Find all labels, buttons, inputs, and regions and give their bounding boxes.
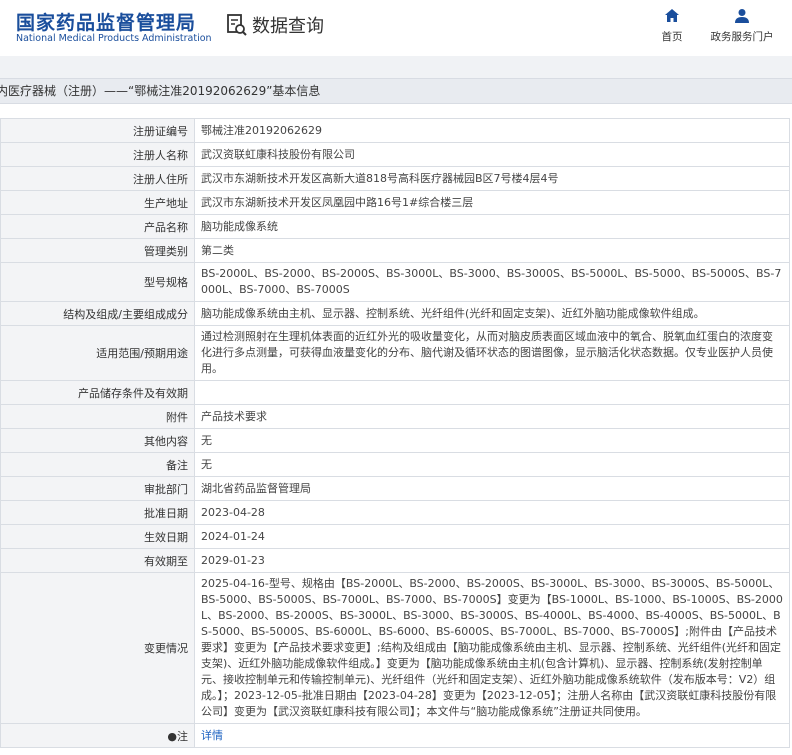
nav-gov-label: 政务服务门户 — [710, 31, 774, 43]
table-row: 备注无 — [0, 452, 790, 477]
field-label: 附件 — [0, 404, 195, 429]
field-label: 型号规格 — [0, 262, 195, 302]
table-row: 管理类别 第二类 — [0, 238, 790, 263]
field-label: 审批部门 — [0, 476, 195, 501]
field-value: 无 — [194, 452, 790, 477]
table-row: 审批部门 湖北省药品监督管理局 — [0, 476, 790, 501]
user-icon — [735, 9, 749, 23]
field-label: 适用范围/预期用途 — [0, 325, 195, 381]
field-value: 脑功能成像系统 — [194, 214, 790, 239]
field-label: 备注 — [0, 452, 195, 477]
home-icon — [665, 9, 679, 22]
nav-gov-service[interactable]: 政务服务门户 — [707, 8, 777, 44]
field-label: 注册人名称 — [0, 142, 195, 167]
field-value: 武汉资联虹康科技股份有限公司 — [194, 142, 790, 167]
spacer — [0, 104, 792, 118]
field-label: 产品名称 — [0, 214, 195, 239]
logo-title-en: National Medical Products Administration — [16, 33, 212, 44]
header-divider — [0, 56, 792, 78]
note-value: 详情 — [194, 723, 790, 748]
field-value: 2023-04-28 — [194, 500, 790, 525]
field-value: 通过检测照射在生理机体表面的近红外光的吸收量变化，从而对脑皮质表面区域血液中的氧… — [194, 325, 790, 381]
field-value: 2029-01-23 — [194, 548, 790, 573]
field-label: 生效日期 — [0, 524, 195, 549]
field-value: 2024-01-24 — [194, 524, 790, 549]
field-label: 结构及组成/主要组成成分 — [0, 301, 195, 326]
table-row: 批准日期 2023-04-28 — [0, 500, 790, 525]
table-row-note: ●注 详情 — [0, 723, 790, 748]
field-label: 变更情况 — [0, 572, 195, 724]
table-row: 附件 产品技术要求 — [0, 404, 790, 429]
table-row: 产品名称 脑功能成像系统 — [0, 214, 790, 239]
data-query-link[interactable]: 数据查询 — [226, 12, 324, 38]
document-search-icon — [227, 14, 247, 36]
field-label: 产品储存条件及有效期 — [0, 380, 195, 405]
table-row: 型号规格 BS-2000L、BS-2000、BS-2000S、BS-3000L、B… — [0, 262, 790, 302]
table-row: 生效日期 2024-01-24 — [0, 524, 790, 549]
data-query-label: 数据查询 — [252, 16, 324, 37]
field-label: 有效期至 — [0, 548, 195, 573]
field-value: 湖北省药品监督管理局 — [194, 476, 790, 501]
table-row: 其他内容无 — [0, 428, 790, 453]
table-row: 适用范围/预期用途 通过检测照射在生理机体表面的近红外光的吸收量变化，从而对脑皮质… — [0, 325, 790, 381]
field-value: 第二类 — [194, 238, 790, 263]
nav-home[interactable]: 首页 — [637, 8, 707, 44]
table-row: 生产地址 武汉市东湖新技术开发区凤凰园中路16号1#综合楼三层 — [0, 190, 790, 215]
note-label: ●注 — [0, 723, 195, 748]
nav-home-label: 首页 — [661, 31, 683, 43]
field-label: 生产地址 — [0, 190, 195, 215]
table-row: 结构及组成/主要组成成分 脑功能成像系统由主机、显示器、控制系统、光纤组件(光纤和… — [0, 301, 790, 326]
table-row: 变更情况 2025-04-16-型号、规格由【BS-2000L、BS-2000、B… — [0, 572, 790, 724]
field-value: 2025-04-16-型号、规格由【BS-2000L、BS-2000、BS-20… — [194, 572, 790, 724]
details-link[interactable]: 详情 — [201, 729, 223, 742]
field-value: 鄂械注准20192062629 — [194, 118, 790, 143]
table-row: 有效期至 2029-01-23 — [0, 548, 790, 573]
info-table: 注册证编号 鄂械注准20192062629 注册人名称 武汉资联虹康科技股份有限公司注… — [0, 118, 790, 748]
table-row: 注册人住所 武汉市东湖新技术开发区高新大道818号高科医疗器械园B区7号楼4层4号 — [0, 166, 790, 191]
field-value: 无 — [194, 428, 790, 453]
table-row: 注册证编号 鄂械注准20192062629 — [0, 118, 790, 143]
page-title: 内医疗器械（注册）——“鄂械注准20192062629”基本信息 — [0, 78, 792, 104]
field-value: BS-2000L、BS-2000、BS-2000S、BS-3000L、BS-30… — [194, 262, 790, 302]
bullet-icon: ● — [167, 729, 177, 743]
field-value: 武汉市东湖新技术开发区凤凰园中路16号1#综合楼三层 — [194, 190, 790, 215]
field-value: 脑功能成像系统由主机、显示器、控制系统、光纤组件(光纤和固定支架)、近红外脑功能… — [194, 301, 790, 326]
site-header: 国家药品监督管理局 National Medical Products Admi… — [0, 0, 792, 56]
table-row: 产品储存条件及有效期 — [0, 380, 790, 405]
field-label: 批准日期 — [0, 500, 195, 525]
field-value: 武汉市东湖新技术开发区高新大道818号高科医疗器械园B区7号楼4层4号 — [194, 166, 790, 191]
field-value: 产品技术要求 — [194, 404, 790, 429]
field-label: 注册证编号 — [0, 118, 195, 143]
field-label: 其他内容 — [0, 428, 195, 453]
field-label: 注册人住所 — [0, 166, 195, 191]
field-label: 管理类别 — [0, 238, 195, 263]
logo-title-cn[interactable]: 国家药品监督管理局 — [16, 8, 196, 35]
field-value — [194, 380, 790, 405]
table-row: 注册人名称 武汉资联虹康科技股份有限公司 — [0, 142, 790, 167]
